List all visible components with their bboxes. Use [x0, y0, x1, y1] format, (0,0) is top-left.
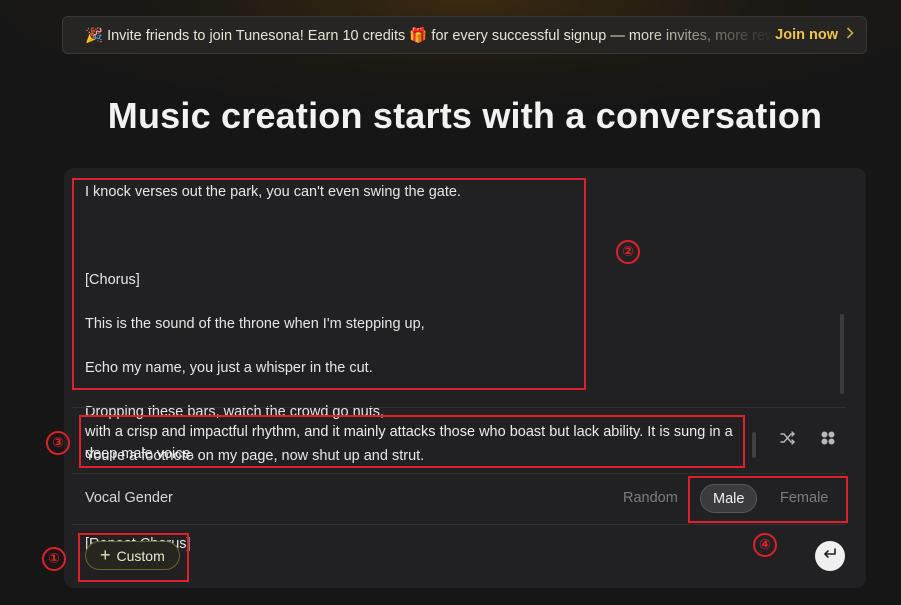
annotation-box-description	[79, 415, 745, 468]
submit-button[interactable]	[815, 541, 845, 571]
annotation-number-2: ②	[616, 240, 640, 264]
annotation-number-3: ③	[46, 431, 70, 455]
join-now-label: Join now	[775, 27, 838, 43]
annotation-box-custom	[78, 533, 189, 582]
lyrics-scrollbar[interactable]	[840, 314, 844, 394]
shuffle-icon	[780, 430, 796, 450]
invite-banner-text: 🎉 Invite friends to join Tunesona! Earn …	[85, 27, 776, 44]
description-scrollbar[interactable]	[752, 432, 756, 458]
invite-banner: 🎉 Invite friends to join Tunesona! Earn …	[62, 16, 867, 54]
page-title: Music creation starts with a conversatio…	[107, 95, 823, 136]
join-now-button[interactable]: Join now	[775, 27, 854, 43]
annotation-number-1: ①	[42, 547, 66, 571]
style-grid-button[interactable]	[817, 429, 839, 451]
divider	[72, 524, 846, 525]
divider	[72, 407, 846, 408]
vocal-gender-label: Vocal Gender	[85, 490, 173, 506]
annotation-box-vocal-options	[688, 476, 848, 523]
chevron-right-icon	[846, 27, 854, 43]
vocal-option-random[interactable]: Random	[623, 490, 678, 506]
style-grid-icon	[820, 430, 836, 451]
enter-return-icon	[823, 547, 837, 565]
annotation-number-4: ④	[753, 533, 777, 557]
shuffle-button[interactable]	[777, 429, 799, 451]
annotation-box-lyrics	[72, 178, 586, 390]
